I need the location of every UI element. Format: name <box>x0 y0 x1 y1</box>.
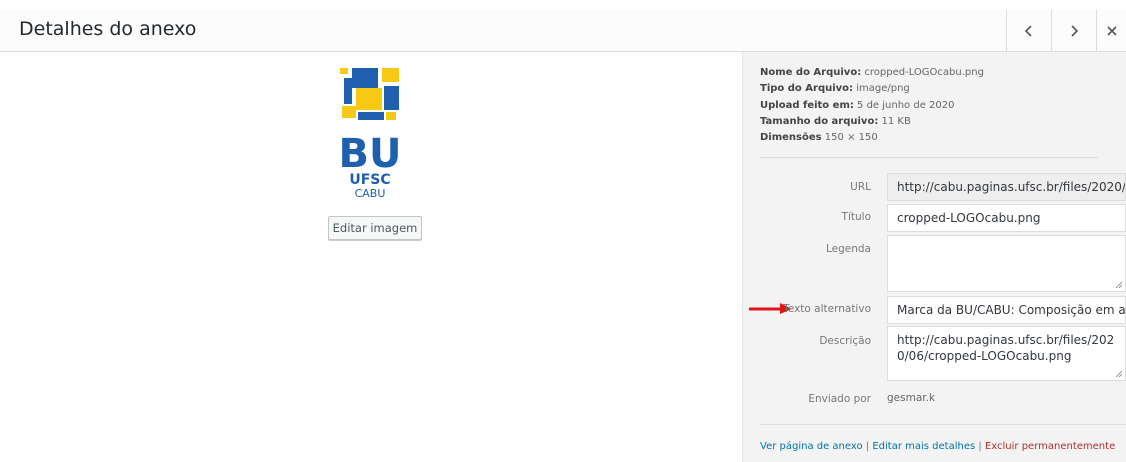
file-size-value: 11 KB <box>881 115 911 127</box>
modal-header: Detalhes do anexo <box>0 10 1126 52</box>
svg-text:BU: BU <box>339 131 402 177</box>
delete-permanently-link[interactable]: Excluir permanentemente <box>985 441 1115 452</box>
resize-grip-icon[interactable] <box>1115 281 1122 288</box>
file-type-row: Tipo do Arquivo: image/png <box>760 81 984 97</box>
view-attachment-page-link[interactable]: Ver página de anexo <box>760 441 863 452</box>
title-field[interactable]: cropped-LOGOcabu.png <box>887 204 1126 232</box>
actions-divider <box>760 424 1126 425</box>
link-separator: | <box>978 441 982 452</box>
dimensions-label: Dimensões <box>760 132 822 144</box>
attachment-preview-image: BU UFSC CABU <box>338 66 403 201</box>
close-icon <box>1107 25 1117 36</box>
edit-image-button[interactable]: Editar imagem <box>328 216 422 240</box>
caption-label: Legenda <box>825 243 871 255</box>
file-size-row: Tamanho do arquivo: 11 KB <box>760 114 984 130</box>
link-separator: | <box>865 441 870 452</box>
upload-date-value: 5 de junho de 2020 <box>857 99 955 111</box>
alt-text-label: Texto alternativo <box>783 303 871 315</box>
svg-text:UFSC: UFSC <box>349 172 390 188</box>
dimensions-row: Dimensões 150 × 150 <box>760 130 984 146</box>
description-textarea[interactable]: http://cabu.paginas.ufsc.br/files/2020/0… <box>887 326 1126 381</box>
alt-text-field[interactable]: Marca da BU/CABU: Composição em azu <box>887 296 1126 324</box>
svg-text:CABU: CABU <box>355 187 386 200</box>
file-type-label: Tipo do Arquivo: <box>760 83 854 95</box>
description-value: http://cabu.paginas.ufsc.br/files/2020/0… <box>897 333 1115 363</box>
file-type-value: image/png <box>856 83 910 95</box>
dimensions-value: 150 × 150 <box>824 132 878 144</box>
modal-title: Detalhes do anexo <box>19 18 197 40</box>
title-label: Título <box>841 211 871 223</box>
details-divider <box>760 157 1098 158</box>
file-details: Nome do Arquivo: cropped-LOGOcabu.png Ti… <box>760 65 984 146</box>
bu-ufsc-logo: BU UFSC CABU <box>339 68 402 200</box>
url-label: URL <box>850 181 871 193</box>
next-attachment-button[interactable] <box>1051 10 1096 51</box>
file-size-label: Tamanho do arquivo: <box>760 115 879 127</box>
edit-more-details-link[interactable]: Editar mais detalhes <box>872 441 975 452</box>
close-button[interactable] <box>1096 10 1126 51</box>
file-name-label: Nome do Arquivo: <box>760 67 862 78</box>
previous-attachment-button[interactable] <box>1006 10 1051 51</box>
url-field[interactable]: http://cabu.paginas.ufsc.br/files/2020/0… <box>887 173 1126 201</box>
file-name-row: Nome do Arquivo: cropped-LOGOcabu.png <box>760 65 984 81</box>
caption-textarea[interactable] <box>887 235 1126 292</box>
resize-grip-icon[interactable] <box>1115 370 1122 377</box>
description-label: Descrição <box>819 335 871 347</box>
sent-by-value: gesmar.k <box>887 392 936 404</box>
chevron-right-icon <box>1071 24 1079 37</box>
attachment-actions: Ver página de anexo | Editar mais detalh… <box>760 441 1115 452</box>
upload-date-row: Upload feito em: 5 de junho de 2020 <box>760 98 984 114</box>
sent-by-label: Enviado por <box>808 393 871 405</box>
chevron-left-icon <box>1024 24 1032 37</box>
upload-date-label: Upload feito em: <box>760 99 854 111</box>
file-name-value: cropped-LOGOcabu.png <box>864 67 984 78</box>
